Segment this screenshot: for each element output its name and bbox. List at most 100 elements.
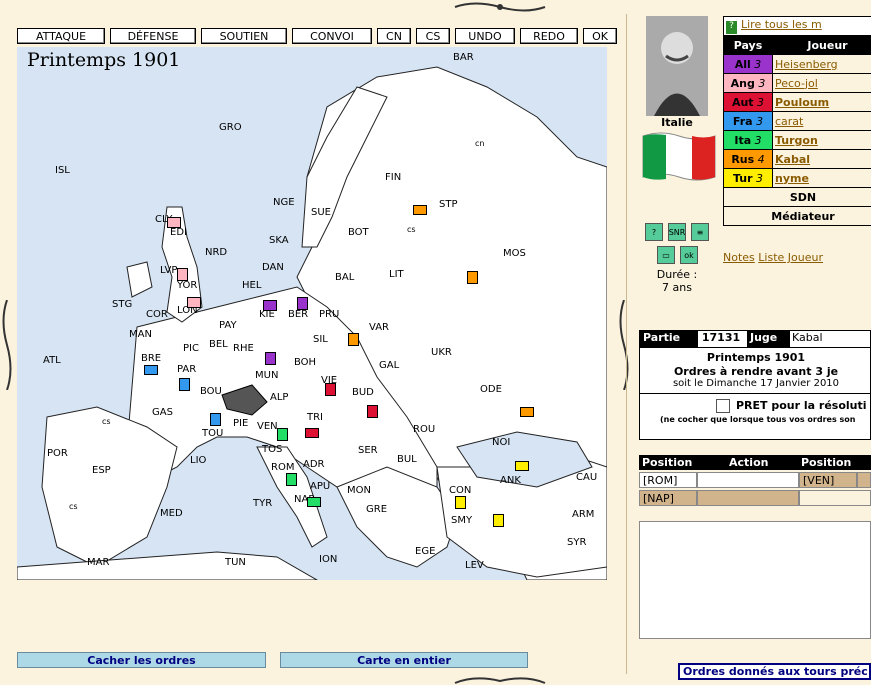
player-links: Notes Liste Joueur — [723, 251, 823, 264]
help-icon[interactable]: ? — [645, 223, 663, 241]
province-label: STP — [439, 199, 458, 210]
deadline: Ordres à rendre avant 3 je — [673, 365, 839, 378]
order-target[interactable] — [799, 490, 871, 506]
cs-button[interactable]: CS — [416, 28, 450, 44]
partie-label: Partie — [640, 331, 698, 347]
previous-orders-button[interactable]: Ordres donnés aux tours préc — [678, 663, 871, 680]
province-label: MED — [160, 508, 183, 519]
province-label: PAY — [219, 320, 237, 331]
right-ornament — [619, 300, 629, 390]
unit-italie[interactable] — [286, 473, 297, 486]
province-label: FIN — [385, 172, 402, 183]
province-label: DAN — [262, 262, 284, 273]
province-label: VAR — [369, 322, 389, 333]
unit-angleterre[interactable] — [177, 268, 188, 281]
player-list-link[interactable]: Liste Joueur — [758, 251, 823, 264]
order-position: [NAP] — [639, 490, 697, 506]
province-label: NGE — [273, 197, 295, 208]
player-cell[interactable]: Kabal — [772, 149, 871, 169]
province-label: TUN — [225, 557, 246, 568]
ok-icon[interactable]: ok — [680, 246, 698, 264]
player-cell[interactable]: carat — [772, 111, 871, 131]
list-icon[interactable]: ≡ — [691, 223, 709, 241]
unit-russie[interactable] — [348, 333, 359, 346]
country-name: Italie — [661, 116, 693, 129]
unit-angleterre[interactable] — [167, 217, 181, 228]
read-all-messages-link[interactable]: Lire tous les m — [741, 18, 822, 31]
screen-icon[interactable]: ▭ — [657, 246, 675, 264]
col-player: Joueur — [772, 35, 871, 55]
ready-note: (ne cocher que lorsque tous vos ordres s… — [660, 415, 856, 424]
province-label: BER — [288, 309, 309, 320]
player-cell[interactable]: Peco-jol — [772, 73, 871, 93]
province-label: TRI — [307, 412, 324, 423]
orders-header: Position Action Position — [639, 455, 871, 470]
redo-button[interactable]: REDO — [520, 28, 578, 44]
player-portrait — [646, 16, 708, 116]
province-label: APU — [310, 481, 331, 492]
unit-autriche[interactable] — [305, 428, 319, 438]
unit-angleterre[interactable] — [187, 297, 201, 308]
unit-italie[interactable] — [307, 497, 321, 507]
order-position: [ROM] — [639, 472, 697, 488]
attack-button[interactable]: ATTAQUE — [17, 28, 105, 44]
ready-checkbox[interactable] — [716, 399, 730, 413]
order-action[interactable] — [697, 472, 799, 488]
unit-allemagne[interactable] — [263, 300, 277, 311]
unit-russie[interactable] — [520, 407, 534, 417]
unit-autriche[interactable] — [325, 383, 336, 396]
orders-text-area[interactable] — [639, 521, 871, 639]
messages-icon[interactable]: ? — [726, 21, 737, 34]
unit-france[interactable] — [144, 365, 158, 375]
ok-button[interactable]: OK — [583, 28, 617, 44]
province-label: GRO — [219, 122, 242, 133]
unit-france[interactable] — [210, 413, 221, 426]
notes-link[interactable]: Notes — [723, 251, 755, 264]
province-label: ATL — [43, 355, 61, 366]
country-cell: Rus 4 — [723, 149, 773, 169]
player-cell[interactable]: Heisenberg — [772, 54, 871, 74]
province-label: BRE — [141, 353, 162, 364]
order-action[interactable] — [697, 490, 799, 506]
province-label: STG — [112, 299, 133, 310]
diplomacy-map[interactable]: Printemps 1901 BAR GRO ISL NGE FIN STP S… — [17, 47, 607, 580]
unit-russie[interactable] — [413, 205, 427, 215]
province-label: SER — [358, 445, 378, 456]
province-label: TOU — [202, 428, 224, 439]
order-extra[interactable] — [857, 472, 871, 488]
unit-russie[interactable] — [467, 271, 478, 284]
undo-button[interactable]: UNDO — [455, 28, 515, 44]
province-label: BUL — [397, 454, 417, 465]
snr-icon[interactable]: SNR — [668, 223, 686, 241]
unit-turquie[interactable] — [493, 514, 504, 527]
players-table: ? Lire tous les m Pays Joueur All 3 Heisenb… — [723, 16, 871, 226]
convoy-button[interactable]: CONVOI — [292, 28, 372, 44]
full-map-button[interactable]: Carte en entier — [280, 652, 528, 668]
province-label: COR — [146, 309, 168, 320]
order-target[interactable]: [VEN] — [799, 472, 857, 488]
support-button[interactable]: SOUTIEN — [201, 28, 287, 44]
province-label: PIE — [233, 418, 249, 429]
sdn-cell: SDN — [723, 187, 871, 207]
unit-allemagne[interactable] — [297, 297, 308, 310]
juge-label: Juge — [747, 331, 790, 347]
province-label: GRE — [366, 504, 388, 515]
player-cell[interactable]: nyme — [772, 168, 871, 188]
unit-france[interactable] — [179, 378, 190, 391]
unit-turquie[interactable] — [455, 496, 466, 509]
player-cell[interactable]: Turgon — [772, 130, 871, 150]
province-label: MOS — [503, 248, 526, 259]
cn-button[interactable]: CN — [377, 28, 411, 44]
defense-button[interactable]: DÉFENSE — [110, 28, 196, 44]
province-label: MAN — [129, 329, 152, 340]
unit-turquie[interactable] — [515, 461, 529, 471]
province-label: SIL — [313, 334, 328, 345]
unit-allemagne[interactable] — [265, 352, 276, 365]
player-cell[interactable]: Pouloum — [772, 92, 871, 112]
unit-italie[interactable] — [277, 428, 288, 441]
province-label: SKA — [269, 235, 289, 246]
unit-autriche[interactable] — [367, 405, 378, 418]
game-info-panel: Partie 17131 Juge Kabal Printemps 1901 O… — [639, 330, 871, 440]
province-label: TOS — [262, 444, 283, 455]
hide-orders-button[interactable]: Cacher les ordres — [17, 652, 266, 668]
